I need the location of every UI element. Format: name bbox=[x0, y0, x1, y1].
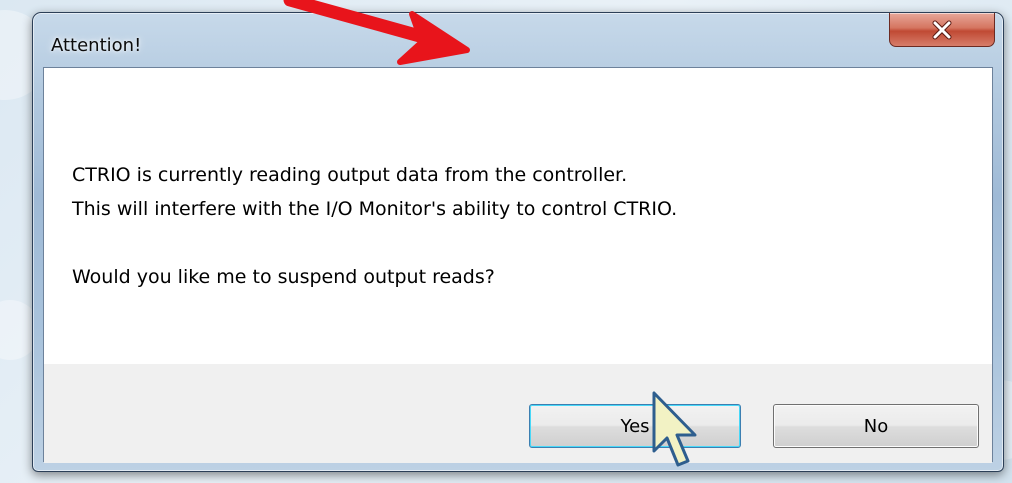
button-bar: Yes No bbox=[44, 364, 992, 463]
dialog-title: Attention! bbox=[51, 35, 142, 56]
close-icon bbox=[932, 20, 952, 39]
message-line-1: CTRIO is currently reading output data f… bbox=[72, 164, 628, 186]
attention-dialog: Attention! CTRIO is currently reading ou… bbox=[32, 12, 1004, 472]
message-question: Would you like me to suspend output read… bbox=[72, 266, 495, 288]
close-button[interactable] bbox=[889, 13, 995, 47]
message-panel: CTRIO is currently reading output data f… bbox=[44, 68, 992, 364]
message-line-2: This will interfere with the I/O Monitor… bbox=[72, 198, 678, 220]
dialog-client-area: CTRIO is currently reading output data f… bbox=[43, 67, 993, 463]
no-button[interactable]: No bbox=[773, 404, 979, 448]
message-text: CTRIO is currently reading output data f… bbox=[72, 158, 677, 294]
yes-button[interactable]: Yes bbox=[529, 404, 741, 448]
titlebar[interactable]: Attention! bbox=[33, 13, 1003, 67]
